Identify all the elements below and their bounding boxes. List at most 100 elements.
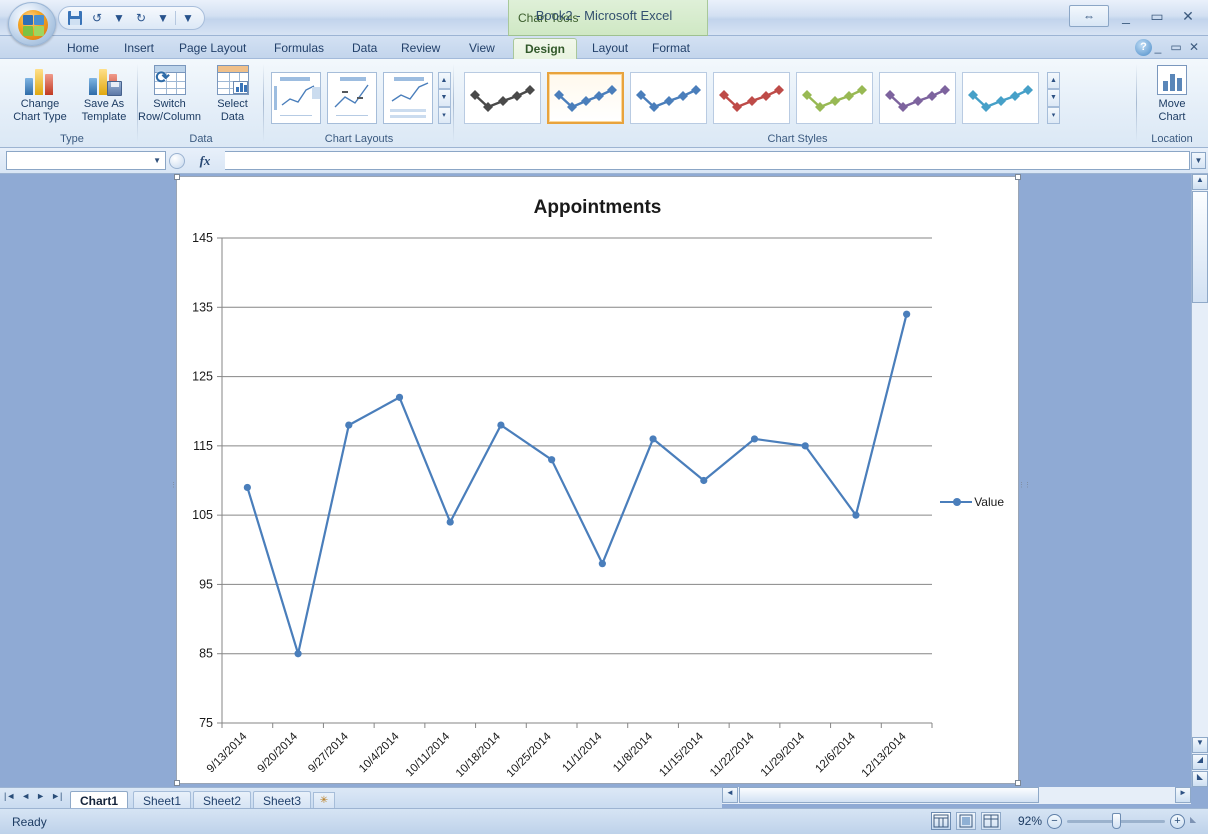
move-chart-label-2: Chart <box>1158 111 1186 123</box>
ribbon-close-button[interactable]: ✕ <box>1184 39 1204 56</box>
change-chart-type-label-1: Change <box>20 98 60 110</box>
chart-layout-option-2[interactable] <box>326 72 377 124</box>
page-layout-view-icon[interactable] <box>956 812 976 830</box>
chart-plot[interactable]: 75 85 95 105 115 125 135 145 9/13/2014 9/20/2014… <box>177 177 1020 785</box>
styles-more-icon[interactable]: ▾ <box>1047 106 1060 124</box>
move-chart-icon <box>1157 65 1187 95</box>
ribbon-restore-button[interactable]: ▭ <box>1166 39 1186 56</box>
tab-review[interactable]: Review <box>390 38 451 59</box>
minimize-button[interactable]: _ <box>1112 5 1140 27</box>
chart-style-option-3[interactable] <box>630 72 707 124</box>
tab-data[interactable]: Data <box>341 38 388 59</box>
formula-bar-expand-icon[interactable]: ▼ <box>1191 152 1206 169</box>
horizontal-scroll-thumb[interactable] <box>739 787 1039 803</box>
styles-scroll-up-icon[interactable]: ▲ <box>1047 72 1060 90</box>
svg-text:85: 85 <box>199 647 213 661</box>
tab-layout[interactable]: Layout <box>581 38 639 59</box>
vertical-scroll-thumb[interactable] <box>1192 191 1208 303</box>
split-prev-icon[interactable]: ◢ <box>1192 754 1208 770</box>
sheet-tab-sheet2[interactable]: Sheet2 <box>193 791 252 809</box>
chart-legend[interactable]: Value <box>940 495 1004 509</box>
name-box[interactable]: ▼ <box>6 151 166 170</box>
svg-text:135: 135 <box>192 300 213 314</box>
chart-styles-scroll[interactable]: ▲ ▼ ▾ <box>1047 72 1060 124</box>
select-data-button[interactable]: Select Data <box>201 61 264 124</box>
maximize-button[interactable]: ▭ <box>1143 5 1171 27</box>
sheet-tab-sheet3[interactable]: Sheet3 <box>253 791 312 809</box>
chart-style-option-2[interactable] <box>547 72 624 124</box>
scroll-down-icon[interactable]: ▼ <box>1192 737 1208 753</box>
chart-style-option-4[interactable] <box>713 72 790 124</box>
switch-row-column-label-2: Row/Column <box>138 111 201 123</box>
window-title: Book2 - Microsoft Excel <box>535 8 673 23</box>
sheet-tab-bar: |◄ ◄ ► ►| Chart1 Sheet1 Sheet2 Sheet3 ✳ <box>0 787 722 809</box>
new-sheet-icon[interactable]: ✳ <box>313 792 335 809</box>
tab-design[interactable]: Design <box>513 38 578 59</box>
window-controls[interactable]: ⇔ _ ▭ ✕ <box>1069 5 1202 27</box>
save-as-template-button[interactable]: Save As Template <box>72 61 136 124</box>
office-button[interactable] <box>8 2 56 46</box>
zoom-level-label[interactable]: 92% <box>1006 814 1042 828</box>
svg-text:12/6/2014: 12/6/2014 <box>813 730 858 775</box>
move-chart-button[interactable]: Move Chart <box>1140 61 1204 124</box>
switch-row-column-icon: ⟳ <box>153 65 186 95</box>
sheet-tab-chart1[interactable]: Chart1 <box>70 791 129 809</box>
ribbon-minimize-button[interactable]: _ <box>1148 39 1168 56</box>
svg-text:9/27/2014: 9/27/2014 <box>306 730 351 775</box>
zoom-slider-thumb[interactable] <box>1112 812 1121 829</box>
tab-view[interactable]: View <box>458 38 506 59</box>
insert-function-icon[interactable]: fx <box>185 153 225 169</box>
svg-text:12/13/2014: 12/13/2014 <box>860 730 910 780</box>
restore-ribbon-icon[interactable]: ⇔ <box>1069 5 1109 27</box>
formula-input[interactable] <box>225 151 1190 170</box>
chart-style-option-6[interactable] <box>879 72 956 124</box>
layouts-more-icon[interactable]: ▾ <box>437 106 451 124</box>
styles-scroll-down-icon[interactable]: ▼ <box>1047 89 1060 107</box>
horizontal-scrollbar[interactable]: ◄ ► <box>722 787 1191 804</box>
tab-home[interactable]: Home <box>56 38 110 59</box>
zoom-out-button[interactable]: − <box>1047 813 1062 829</box>
close-button[interactable]: ✕ <box>1174 5 1202 27</box>
chart-style-option-1[interactable] <box>464 72 541 124</box>
chart-style-option-5[interactable] <box>796 72 873 124</box>
next-sheet-icon[interactable]: ► <box>36 791 45 801</box>
scroll-up-icon[interactable]: ▲ <box>1192 174 1208 190</box>
legend-label-value: Value <box>974 495 1004 509</box>
vertical-scrollbar[interactable]: ▲ ▼ ◢ ◣ <box>1191 174 1208 787</box>
chart-layouts-scroll[interactable]: ▲ ▼ ▾ <box>437 72 451 124</box>
tab-format[interactable]: Format <box>641 38 701 59</box>
sheet-nav-buttons[interactable]: |◄ ◄ ► ►| <box>4 791 62 801</box>
resize-grip-icon[interactable]: ◣ <box>1190 815 1202 827</box>
prev-sheet-icon[interactable]: ◄ <box>21 791 30 801</box>
change-chart-type-button[interactable]: Change Chart Type <box>8 61 72 124</box>
svg-text:75: 75 <box>199 716 213 730</box>
last-sheet-icon[interactable]: ►| <box>51 791 62 801</box>
chart-layout-option-3[interactable] <box>382 72 433 124</box>
insert-function-circle-icon[interactable] <box>169 152 185 169</box>
legend-marker-icon <box>940 498 973 506</box>
page-break-view-icon[interactable] <box>981 812 1001 830</box>
zoom-in-button[interactable]: + <box>1170 813 1185 829</box>
title-bar: Chart Tools ↺ ▼ ↻ ▼ ▼ Book2 - Microsoft … <box>0 0 1208 46</box>
name-box-dropdown-icon[interactable]: ▼ <box>153 156 161 165</box>
tab-insert[interactable]: Insert <box>113 38 165 59</box>
scroll-left-icon[interactable]: ◄ <box>722 787 738 803</box>
sheet-tab-sheet1[interactable]: Sheet1 <box>133 791 192 809</box>
chart-object[interactable]: Appointments 75 85 95 105 115 125 135 145 9/13/… <box>174 174 1021 786</box>
tab-formulas[interactable]: Formulas <box>263 38 335 59</box>
normal-view-icon[interactable] <box>931 812 951 830</box>
first-sheet-icon[interactable]: |◄ <box>4 791 15 801</box>
layouts-scroll-down-icon[interactable]: ▼ <box>437 89 451 107</box>
save-as-template-label-2: Template <box>81 111 127 123</box>
layouts-scroll-up-icon[interactable]: ▲ <box>437 72 451 90</box>
svg-text:145: 145 <box>192 231 213 245</box>
chart-style-option-7[interactable] <box>962 72 1039 124</box>
zoom-slider[interactable] <box>1067 812 1165 829</box>
tab-page-layout[interactable]: Page Layout <box>168 38 257 59</box>
scroll-right-icon[interactable]: ► <box>1175 787 1191 803</box>
switch-row-column-button[interactable]: ⟳ Switch Row/Column <box>138 61 201 124</box>
ribbon-group-data: ⟳ Switch Row/Column Select Data Data <box>138 61 264 146</box>
chart-layout-option-1[interactable] <box>270 72 321 124</box>
svg-text:105: 105 <box>192 508 213 522</box>
split-next-icon[interactable]: ◣ <box>1192 771 1208 787</box>
